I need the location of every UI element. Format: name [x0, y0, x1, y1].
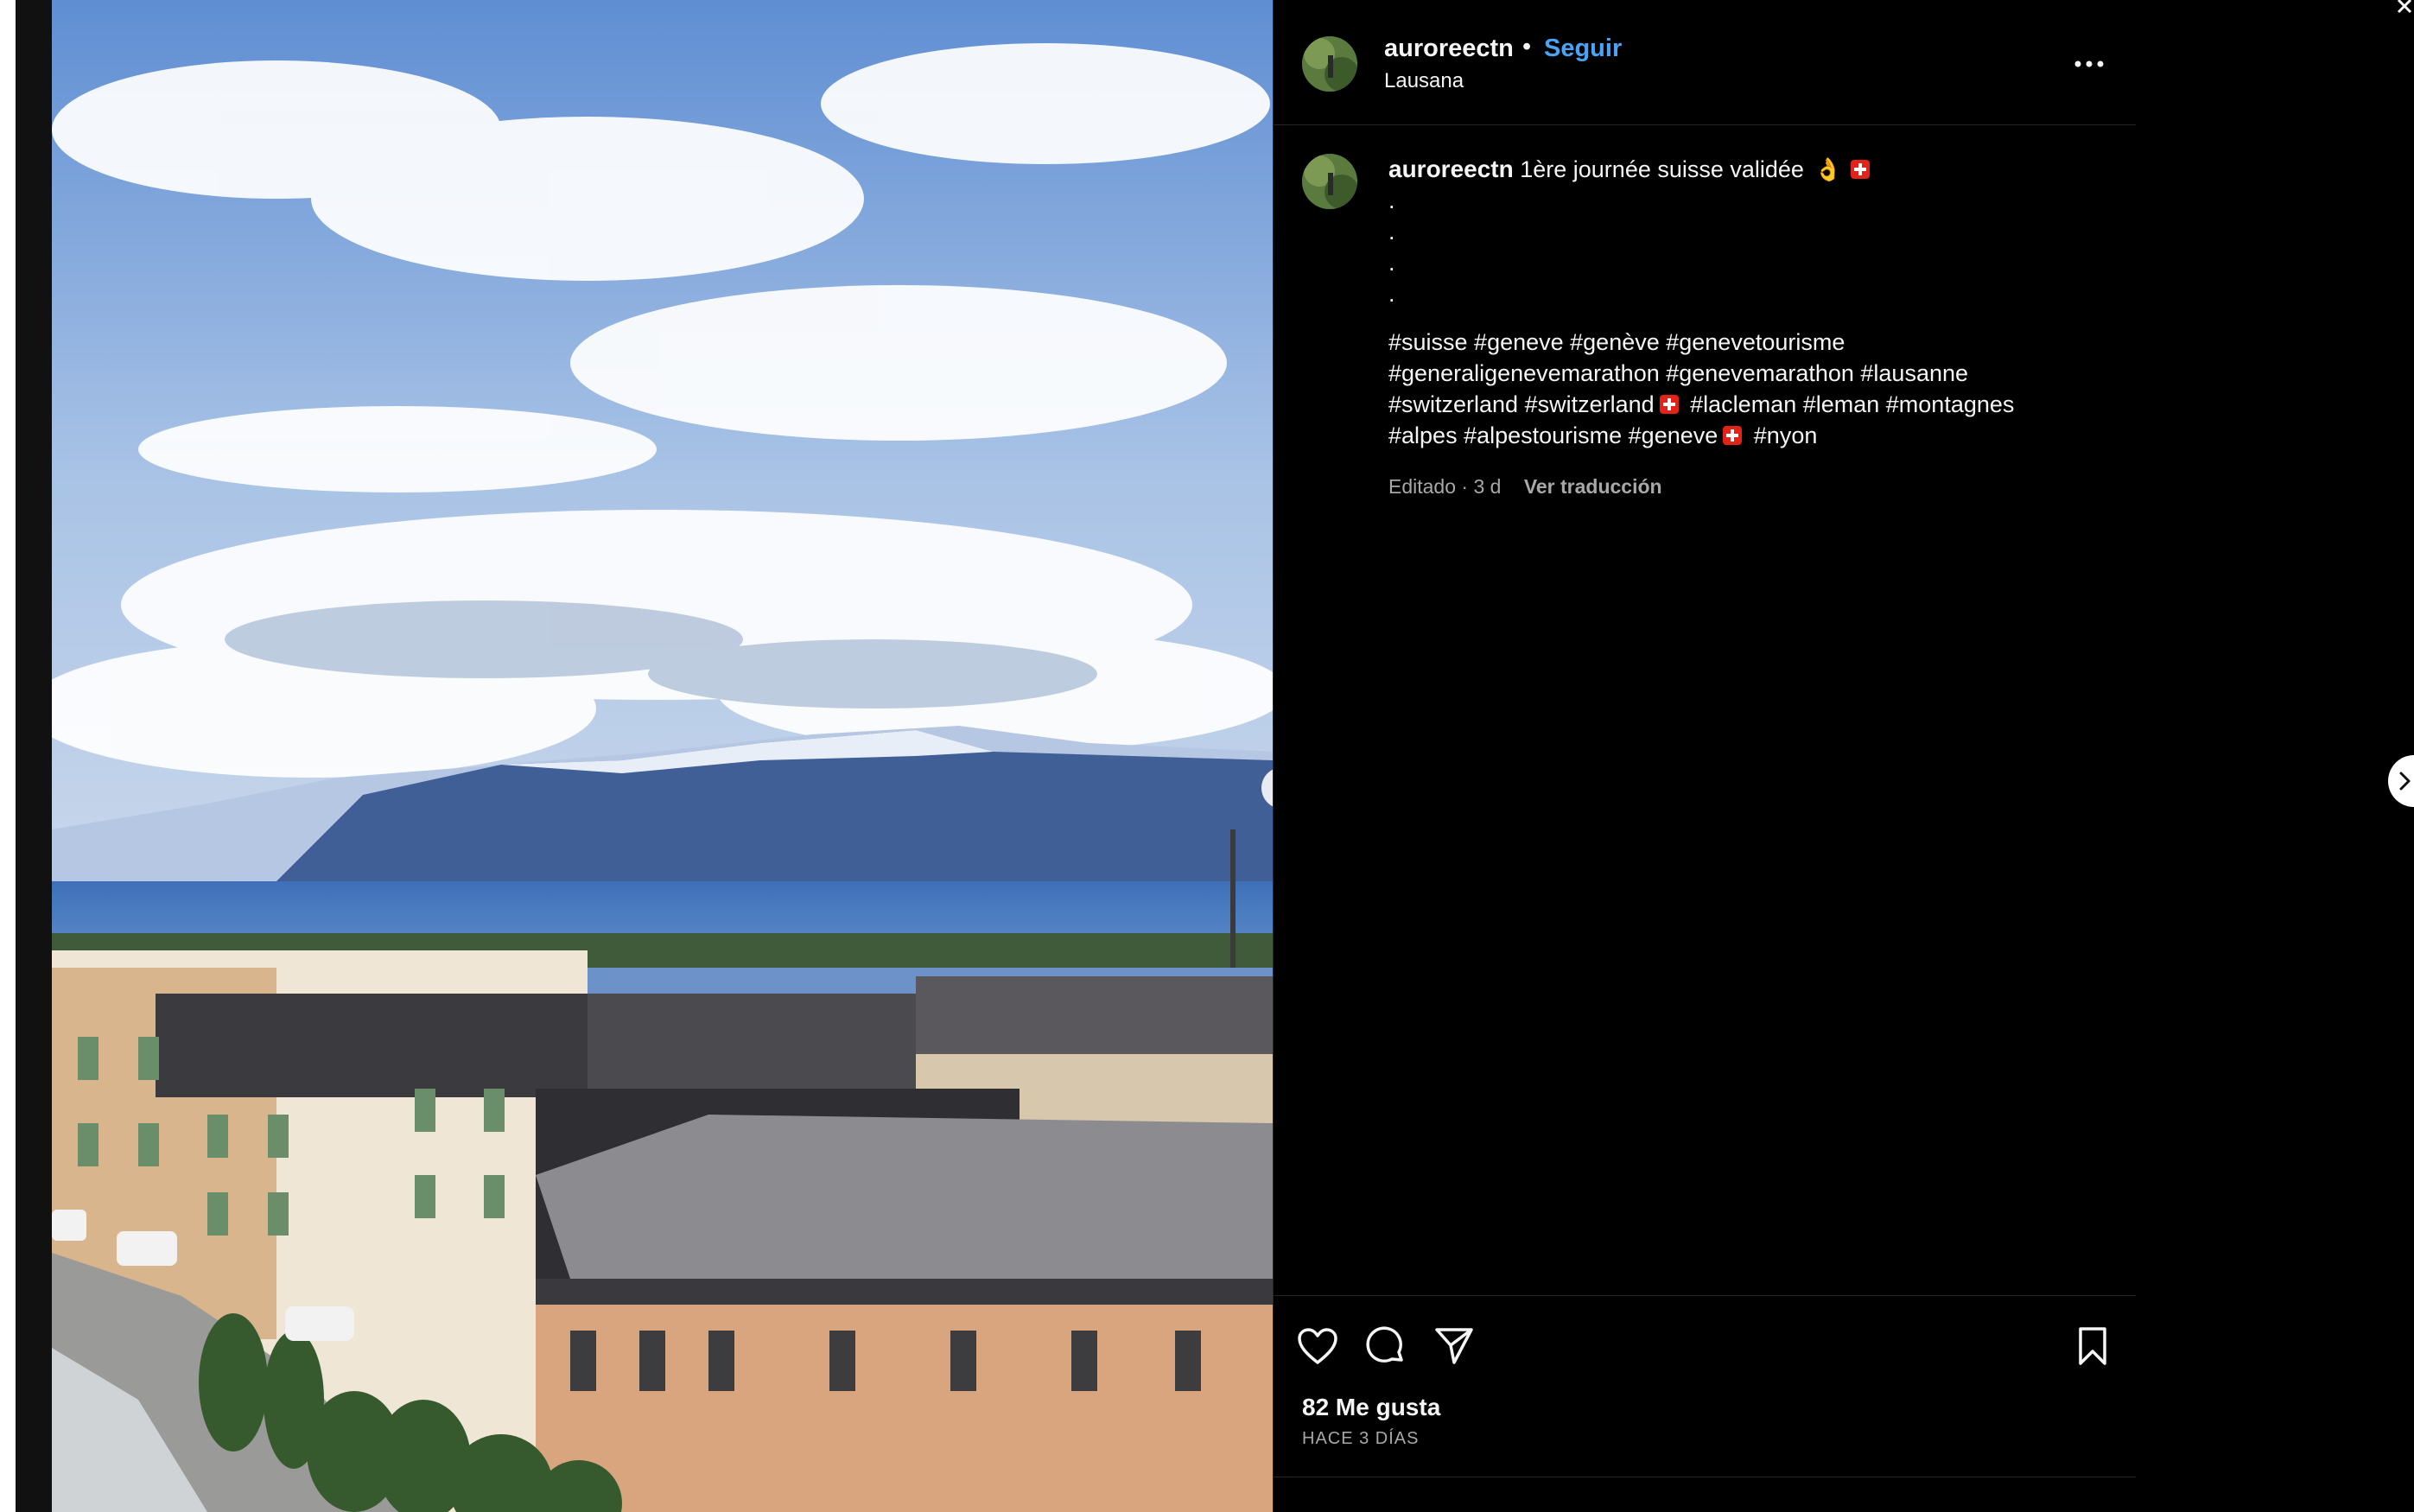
caption-text: auroreectn 1ère journée suisse validée 👌…: [1388, 154, 2097, 451]
close-button[interactable]: [2393, 0, 2414, 17]
post-actions: 82 Me gusta HACE 3 DÍAS: [1274, 1295, 2136, 1477]
comment-icon: [1366, 1326, 1403, 1363]
swiss-flag-icon: [1723, 426, 1743, 445]
edited-time: Editado · 3 d: [1388, 475, 1502, 498]
chevron-right-icon: [2399, 772, 2411, 791]
hashtag-line[interactable]: #lacleman #leman #montagnes: [1690, 391, 2014, 417]
post-username[interactable]: auroreectn: [1384, 35, 1514, 63]
like-button[interactable]: [1293, 1322, 1342, 1370]
close-icon: [2397, 0, 2412, 14]
post-location[interactable]: Lausana: [1384, 69, 1464, 93]
heart-icon: [1298, 1328, 1337, 1364]
post-details-panel: auroreectn • Seguir Lausana auroreectn 1…: [1273, 0, 2136, 1512]
hashtag-line[interactable]: #alpes #alpestourisme #geneve: [1388, 422, 1718, 448]
swiss-flag-icon: [1850, 160, 1870, 179]
caption-meta: Editado · 3 d Ver traducción: [1388, 475, 1662, 499]
avatar-image: [1302, 154, 1357, 209]
hashtags: #suisse #geneve #genève #genevetourisme …: [1388, 327, 2097, 451]
more-options-icon: [2074, 60, 2104, 67]
lausanne-lake-photo: [52, 0, 1273, 1512]
avatar-image: [1302, 36, 1357, 92]
caption-dot: .: [1388, 187, 1395, 213]
avatar[interactable]: [1302, 36, 1357, 92]
caption-username[interactable]: auroreectn: [1388, 156, 1514, 182]
post-photo[interactable]: [52, 0, 1273, 1512]
post-header: auroreectn • Seguir Lausana: [1274, 0, 2136, 125]
bookmark-icon: [2079, 1327, 2106, 1365]
caption-dot: .: [1388, 281, 1395, 307]
caption-avatar[interactable]: [1302, 154, 1357, 209]
save-button[interactable]: [2068, 1322, 2117, 1370]
more-options-button[interactable]: [2070, 45, 2108, 83]
hashtag-line[interactable]: #generaligenevemarathon #genevemarathon …: [1388, 360, 1968, 386]
hashtag-line[interactable]: #nyon: [1754, 422, 1818, 448]
comment-button[interactable]: [1362, 1322, 1410, 1370]
share-button[interactable]: [1430, 1322, 1478, 1370]
window-edge: [0, 0, 52, 1512]
hashtag-line[interactable]: #switzerland #switzerland: [1388, 391, 1655, 417]
caption-dot: .: [1388, 219, 1395, 245]
translate-link[interactable]: Ver traducción: [1524, 475, 1662, 498]
send-icon: [1435, 1328, 1473, 1364]
caption-body: 1ère journée suisse validée: [1520, 156, 1804, 182]
hashtag-line[interactable]: #suisse #geneve #genève #genevetourisme: [1388, 329, 1845, 355]
separator: •: [1522, 33, 1532, 60]
swiss-flag-icon: [1659, 395, 1679, 414]
ok-hand-emoji: 👌: [1814, 156, 1842, 182]
follow-button[interactable]: Seguir: [1544, 35, 1622, 63]
likes-count[interactable]: 82 Me gusta: [1302, 1394, 1440, 1421]
post-time[interactable]: HACE 3 DÍAS: [1302, 1429, 1419, 1449]
next-post-button[interactable]: [2388, 755, 2414, 807]
caption-dot: .: [1388, 250, 1395, 276]
